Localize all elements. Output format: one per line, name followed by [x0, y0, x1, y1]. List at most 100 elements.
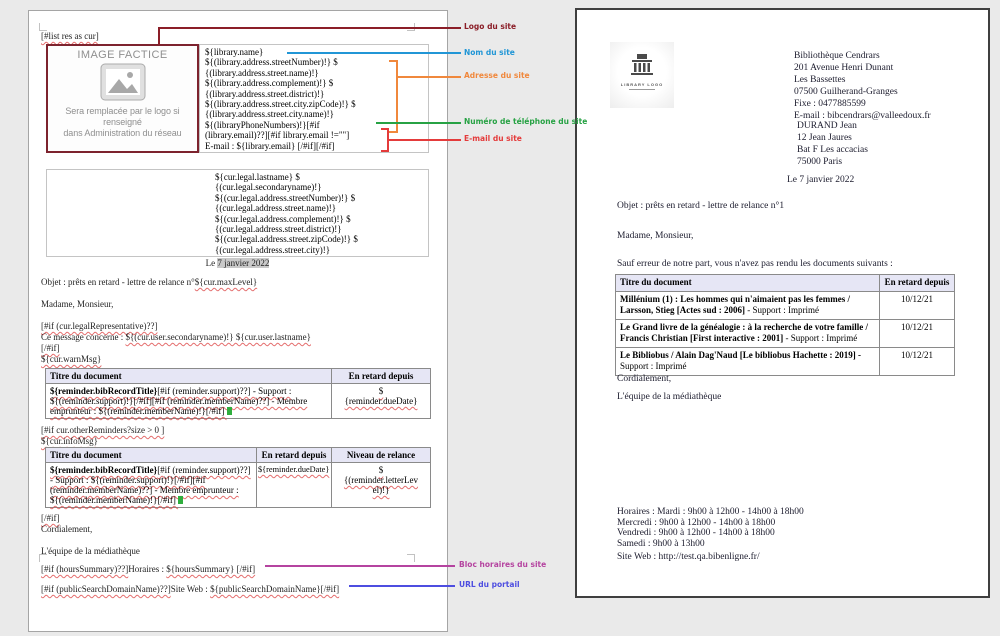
- subject-line: Objet : prêts en retard - lettre de rela…: [617, 201, 784, 211]
- recipient-address-block: DURAND Jean 12 Jean Jaures Bat F Les acc…: [797, 120, 868, 168]
- placeholder-caption-line2: dans Administration du réseau: [48, 128, 197, 139]
- rendered-letter-page: LIBRARY LOGO Bibliothèque Cendrars 201 A…: [575, 8, 990, 598]
- legal-line: {(cur.legal.address.street.district)!}: [215, 224, 428, 234]
- library-phone: Fixe : 0477885599: [794, 98, 931, 110]
- documentation-canvas: [#list res as cur] IMAGE FACTICE Sera re…: [0, 0, 1000, 636]
- address-annotation-label: Adresse du site: [464, 71, 530, 80]
- team-signature: L'équipe de la médiathèque: [617, 392, 721, 402]
- text-cursor-mark: [227, 407, 232, 415]
- phone-annotation-line: [376, 122, 461, 124]
- logo-text: LIBRARY LOGO: [610, 82, 674, 87]
- table-row: Millénium (1) : Les hommes qui n'aimaien…: [616, 291, 955, 319]
- legal-line: {(cur.legal.address.street.city)!}: [215, 245, 428, 255]
- date-line: Le 7 janvier 2022: [46, 258, 429, 268]
- legal-line: ${(cur.legal.address.street.zipCode)!} $: [215, 234, 428, 244]
- margin-mark: [407, 554, 415, 562]
- other-reminders-table-template: Titre du document En retard depuis Nivea…: [45, 447, 431, 508]
- library-address-line: ${(library.address.street.city.zipCode)!…: [205, 99, 428, 109]
- table-header-row: Titre du document En retard depuis: [616, 275, 955, 292]
- legal-line: ${(cur.legal.address.streetNumber)!} $: [215, 193, 428, 203]
- due-date-variable: $: [336, 386, 426, 396]
- hours-line: Mercredi : 9h00 à 12h00 - 14h00 à 18h00: [617, 518, 804, 529]
- legal-line: {(cur.legal.address.street.name)!}: [215, 203, 428, 213]
- reminders-table: Titre du document En retard depuis Millé…: [615, 274, 955, 376]
- salutation: Madame, Monsieur,: [41, 299, 113, 309]
- url-annotation-label: URL du portail: [459, 580, 520, 589]
- email-label: E-mail :: [205, 141, 237, 151]
- email-annotation-line: [389, 139, 461, 141]
- record-support: - Support : Imprimé: [783, 333, 857, 343]
- library-address-block: Bibliothèque Cendrars 201 Avenue Henri D…: [794, 50, 931, 122]
- end-if: [/#if]: [41, 513, 60, 523]
- legal-line: {(cur.legal.secondaryname)!}: [215, 182, 428, 192]
- table-header-row: Titre du document En retard depuis: [46, 369, 431, 384]
- legal-line: ${(cur.legal.address.complement)!} $: [215, 214, 428, 224]
- email-variable: ${library.email} [/#if][/#if]: [237, 141, 335, 151]
- column-header-due: En retard depuis: [880, 275, 955, 292]
- hours-line: Horaires : Mardi : 9h00 à 12h00 - 14h00 …: [617, 507, 804, 518]
- due-date-variable: ${reminder.dueDate}: [257, 463, 332, 508]
- hours-template-line: [#if (hoursSummary)??]Horaires : ${hours…: [41, 564, 255, 574]
- closing: Cordialement,: [617, 374, 671, 384]
- record-support: - Support : Imprimé: [745, 305, 819, 315]
- table-row: ${reminder.bibRecordTitle}[#if (reminder…: [46, 384, 431, 419]
- column-header-due: En retard depuis: [332, 369, 431, 384]
- column-header-level: Niveau de relance: [332, 448, 431, 463]
- library-address-line: {(library.address.street.city.name)!}: [205, 109, 428, 119]
- template-page: [#list res as cur] IMAGE FACTICE Sera re…: [28, 10, 448, 632]
- phone-annotation-label: Numéro de téléphone du site: [464, 117, 587, 126]
- letter-level-variable: {(reminder.letterLev: [336, 475, 426, 485]
- name-annotation-label: Nom du site: [464, 48, 515, 57]
- logo-placeholder-box: IMAGE FACTICE Sera remplacée par le logo…: [46, 44, 199, 153]
- due-date: 10/12/21: [880, 291, 955, 319]
- freemarker-list-open: [#list res as cur]: [41, 31, 99, 41]
- date-line: Le 7 janvier 2022: [787, 175, 854, 185]
- logo-annotation-label: Logo du site: [464, 22, 516, 31]
- hours-line: Samedi : 9h00 à 13h00: [617, 539, 804, 550]
- column-header-title: Titre du document: [616, 275, 880, 292]
- column-header-title: Titre du document: [46, 369, 332, 384]
- due-date: 10/12/21: [880, 347, 955, 375]
- hours-line: Vendredi : 9h00 à 12h00 - 14h00 à 18h00: [617, 528, 804, 539]
- record-title-variable: ${reminder.bibRecordTitle}: [50, 465, 157, 475]
- letter-level-variable: el)!}: [336, 485, 426, 495]
- library-address-line: ${(library.address.complement)!} $: [205, 78, 428, 88]
- logo-annotation-line: [158, 27, 160, 45]
- email-annotation-bracket: [381, 128, 389, 130]
- column-header-title: Titre du document: [46, 448, 257, 463]
- address-annotation-bracket: [389, 131, 398, 133]
- recipient-variables-block: ${cur.legal.lastname} $ {(cur.legal.seco…: [46, 169, 429, 257]
- building-icon: [629, 54, 655, 76]
- recipient-address-line: Bat F Les accacias: [797, 144, 868, 156]
- info-message-variable: ${cur.infoMsg}: [41, 436, 98, 446]
- hours-annotation-line: [265, 565, 455, 567]
- recipient-address-line: 75000 Paris: [797, 156, 868, 168]
- library-address-line: {(library.address.street.name)!}: [205, 68, 428, 78]
- table-row: Le Grand livre de la généalogie : à la r…: [616, 319, 955, 347]
- if-legal-representative: [#if (cur.legalRepresentative)??]: [41, 321, 157, 331]
- record-title: Le Bibliobus / Alain Dag'Naud [Le biblio…: [620, 350, 861, 360]
- email-annotation-label: E-mail du site: [464, 134, 522, 143]
- site-web-template-line: [#if (publicSearchDomainName)??]Site Web…: [41, 584, 339, 594]
- team-signature: L'équipe de la médiathèque: [41, 546, 140, 556]
- logo-annotation-line: [158, 27, 461, 29]
- subject-line: Objet : prêts en retard - lettre de rela…: [41, 277, 257, 287]
- due-date-variable: {reminder.dueDate}: [336, 396, 426, 406]
- library-email-line: E-mail : ${library.email} [/#if][/#if]: [205, 141, 428, 151]
- name-annotation-line: [287, 52, 461, 54]
- legal-line: ${cur.legal.lastname} $: [215, 172, 428, 182]
- library-name: Bibliothèque Cendrars: [794, 50, 931, 62]
- logo-divider: [629, 89, 655, 90]
- table-header-row: Titre du document En retard depuis Nivea…: [46, 448, 431, 463]
- email-annotation-bracket: [381, 150, 389, 152]
- library-address-line: Les Bassettes: [794, 74, 931, 86]
- image-placeholder-icon: [100, 63, 146, 101]
- library-address-line: 07500 Guilherand-Granges: [794, 86, 931, 98]
- library-address-line: ${(library.address.streetNumber)!} $: [205, 57, 428, 67]
- intro-line: Sauf erreur de notre part, vous n'avez p…: [617, 259, 893, 269]
- letter-level-variable: $: [336, 465, 426, 475]
- due-date: 10/12/21: [880, 319, 955, 347]
- if-other-reminders: [#if cur.otherReminders?size > 0 ]: [41, 425, 164, 435]
- warn-message-variable: ${cur.warnMsg}: [41, 354, 101, 364]
- address-annotation-bracket: [389, 60, 398, 62]
